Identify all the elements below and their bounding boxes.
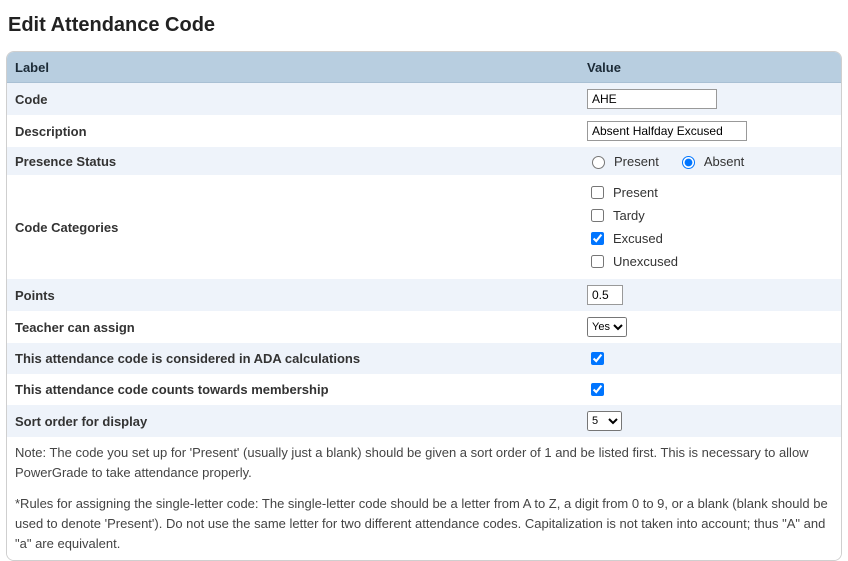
presence-absent-option[interactable]: Absent	[677, 153, 744, 169]
membership-checkbox[interactable]	[591, 383, 604, 396]
label-code-categories: Code Categories	[7, 175, 579, 279]
description-input[interactable]	[587, 121, 747, 141]
category-excused-label: Excused	[613, 231, 663, 246]
category-present-checkbox[interactable]	[591, 186, 604, 199]
col-header-label: Label	[7, 52, 579, 83]
col-header-value: Value	[579, 52, 841, 83]
category-tardy-label: Tardy	[613, 208, 645, 223]
attendance-code-table: Label Value Code Description	[7, 52, 841, 560]
label-membership: This attendance code counts towards memb…	[7, 374, 579, 405]
row-rules: *Rules for assigning the single-letter c…	[7, 488, 841, 560]
category-tardy-option[interactable]: Tardy	[587, 206, 645, 225]
row-membership: This attendance code counts towards memb…	[7, 374, 841, 405]
sort-order-select[interactable]: 12345678910	[587, 411, 622, 431]
category-present-option[interactable]: Present	[587, 183, 658, 202]
ada-checkbox[interactable]	[591, 352, 604, 365]
note-text: Note: The code you set up for 'Present' …	[7, 437, 841, 488]
category-unexcused-label: Unexcused	[613, 254, 678, 269]
form-panel: Label Value Code Description	[6, 51, 842, 561]
code-input[interactable]	[587, 89, 717, 109]
label-code: Code	[7, 83, 579, 116]
rules-text: *Rules for assigning the single-letter c…	[7, 488, 841, 560]
label-presence-status: Presence Status	[7, 147, 579, 175]
presence-absent-radio[interactable]	[682, 156, 695, 169]
category-present-label: Present	[613, 185, 658, 200]
row-sort-order: Sort order for display 12345678910	[7, 405, 841, 437]
category-unexcused-option[interactable]: Unexcused	[587, 252, 678, 271]
category-excused-checkbox[interactable]	[591, 232, 604, 245]
row-teacher-can-assign: Teacher can assign YesNo	[7, 311, 841, 343]
label-sort-order: Sort order for display	[7, 405, 579, 437]
label-description: Description	[7, 115, 579, 147]
row-presence-status: Presence Status Present Absent	[7, 147, 841, 175]
category-excused-option[interactable]: Excused	[587, 229, 663, 248]
label-ada: This attendance code is considered in AD…	[7, 343, 579, 374]
category-tardy-checkbox[interactable]	[591, 209, 604, 222]
row-note: Note: The code you set up for 'Present' …	[7, 437, 841, 488]
points-input[interactable]	[587, 285, 623, 305]
row-code: Code	[7, 83, 841, 116]
row-description: Description	[7, 115, 841, 147]
row-code-categories: Code Categories Present Tardy	[7, 175, 841, 279]
presence-present-radio[interactable]	[592, 156, 605, 169]
label-points: Points	[7, 279, 579, 311]
presence-present-label: Present	[614, 154, 659, 169]
row-ada: This attendance code is considered in AD…	[7, 343, 841, 374]
presence-absent-label: Absent	[704, 154, 744, 169]
page-title: Edit Attendance Code	[8, 14, 840, 37]
category-unexcused-checkbox[interactable]	[591, 255, 604, 268]
row-points: Points	[7, 279, 841, 311]
presence-present-option[interactable]: Present	[587, 153, 659, 169]
teacher-can-assign-select[interactable]: YesNo	[587, 317, 627, 337]
label-teacher-can-assign: Teacher can assign	[7, 311, 579, 343]
